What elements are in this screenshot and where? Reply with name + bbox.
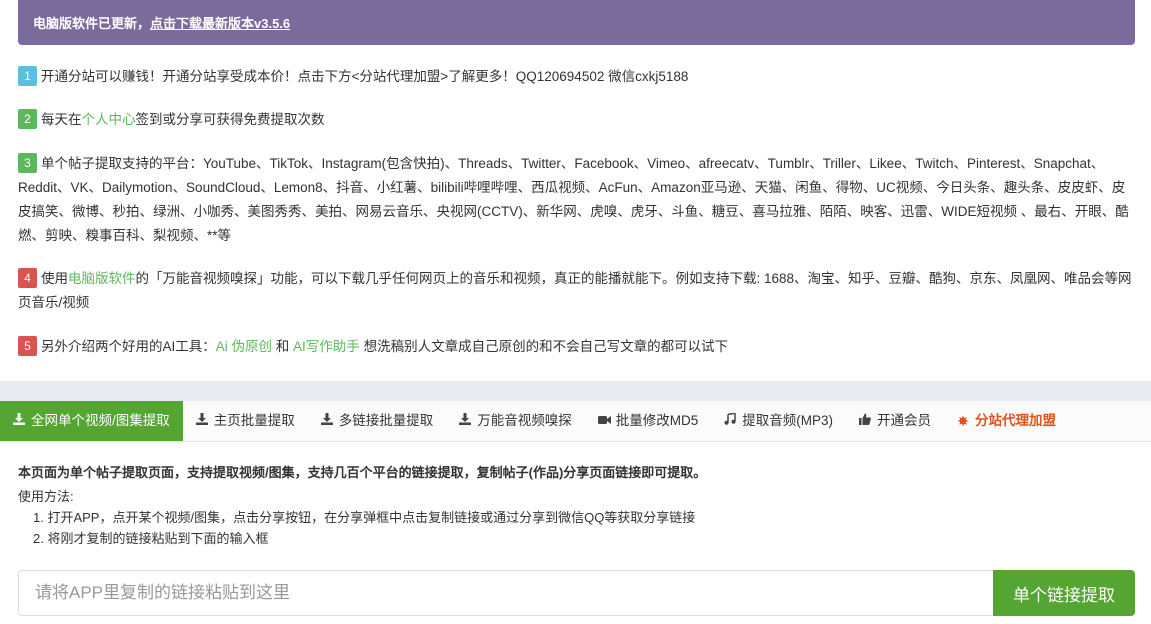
- list-item: 1. 打开APP，点开某个视频/图集，点击分享按钮，在分享弹框中点击复制链接或通…: [33, 510, 696, 525]
- notice-text: 签到或分享可获得免费提取次数: [135, 112, 325, 127]
- tab-single-extract[interactable]: 全网单个视频/图集提取: [0, 401, 183, 441]
- music-note-icon: [724, 401, 737, 441]
- ai-writing-assistant-link[interactable]: AI写作助手: [293, 339, 360, 354]
- notice-text: 开通分站可以赚钱！开通分站享受成本价！点击下方<分站代理加盟>了解更多！QQ12…: [41, 69, 689, 84]
- download-icon: [459, 401, 472, 441]
- tab-universal-sniffer[interactable]: 万能音视频嗅探: [446, 401, 585, 441]
- notice-3: 3 单个帖子提取支持的平台：YouTube、TikTok、Instagram(包含…: [18, 152, 1135, 248]
- notice-text: 每天在: [41, 112, 82, 127]
- tab-homepage-batch[interactable]: 主页批量提取: [183, 401, 308, 441]
- usage-label: 使用方法:: [18, 489, 74, 504]
- banner-text: 电脑版软件已更新，: [33, 16, 151, 31]
- tab-label: 全网单个视频/图集提取: [31, 413, 170, 428]
- notice-number-badge: 2: [18, 109, 37, 130]
- download-icon: [13, 401, 25, 441]
- tab-label: 开通会员: [877, 413, 932, 428]
- section-divider: [0, 381, 1151, 401]
- download-icon: [195, 401, 208, 441]
- notice-number-badge: 1: [18, 66, 37, 87]
- banner-download-link[interactable]: 点击下载最新版本v3.5.6: [150, 16, 290, 31]
- tab-batch-md5[interactable]: 批量修改MD5: [585, 401, 712, 441]
- tab-label: 主页批量提取: [213, 413, 295, 428]
- tab-label: 多链接批量提取: [338, 413, 434, 428]
- update-banner: 电脑版软件已更新，点击下载最新版本v3.5.6: [18, 0, 1135, 45]
- tab-label: 批量修改MD5: [615, 413, 699, 428]
- notice-number-badge: 5: [18, 336, 37, 357]
- notice-text: 和: [272, 339, 294, 354]
- tab-label: 分站代理加盟: [975, 413, 1057, 428]
- tab-open-membership[interactable]: 开通会员: [846, 401, 944, 441]
- video-camera-icon: [597, 401, 611, 441]
- notice-text: 的「万能音视频嗅探」功能，可以下载几乎任何网页上的音乐和视频，真正的能播就能下。…: [18, 271, 1132, 310]
- notice-text: 使用: [41, 271, 68, 286]
- personal-center-link[interactable]: 个人中心: [82, 112, 136, 127]
- link-input-group: 单个链接提取: [18, 570, 1135, 616]
- notice-text: 另外介绍两个好用的AI工具：: [41, 339, 216, 354]
- ai-rewrite-link[interactable]: Ai 伪原创: [216, 339, 272, 354]
- notice-text: 想洗稿别人文章成自己原创的和不会自己写文章的都可以试下: [359, 339, 729, 354]
- notice-2: 2 每天在个人中心签到或分享可获得免费提取次数: [18, 108, 1135, 132]
- tool-tabs: 全网单个视频/图集提取 主页批量提取 多链接批量提取 万能音视频嗅探 批量修改M…: [0, 401, 1151, 442]
- notice-number-badge: 4: [18, 268, 37, 289]
- tab-multi-link-batch[interactable]: 多链接批量提取: [308, 401, 447, 441]
- notice-number-badge: 3: [18, 153, 37, 174]
- tab-agent-franchise[interactable]: ✸ 分站代理加盟: [944, 401, 1069, 441]
- notice-5: 5 另外介绍两个好用的AI工具：Ai 伪原创 和 AI写作助手 想洗稿别人文章成自…: [18, 335, 1135, 359]
- star-icon: ✸: [957, 413, 969, 429]
- link-input[interactable]: [18, 570, 993, 616]
- download-icon: [320, 401, 333, 441]
- list-item: 2. 将刚才复制的链接粘贴到下面的输入框: [33, 531, 269, 546]
- usage-info: 本页面为单个帖子提取页面，支持提取视频/图集，支持几百个平台的链接提取，复制帖子…: [18, 462, 1135, 549]
- notice-text: 单个帖子提取支持的平台：YouTube、TikTok、Instagram(包含快…: [18, 156, 1129, 243]
- desktop-software-link[interactable]: 电脑版软件: [68, 271, 136, 286]
- notice-1: 1 开通分站可以赚钱！开通分站享受成本价！点击下方<分站代理加盟>了解更多！QQ1…: [18, 65, 1135, 89]
- tab-extract-audio[interactable]: 提取音频(MP3): [711, 401, 846, 441]
- page-description: 本页面为单个帖子提取页面，支持提取视频/图集，支持几百个平台的链接提取，复制帖子…: [18, 465, 707, 480]
- usage-steps: 1. 打开APP，点开某个视频/图集，点击分享按钮，在分享弹框中点击复制链接或通…: [18, 507, 1135, 549]
- thumbs-up-icon: [859, 401, 871, 441]
- tab-label: 万能音视频嗅探: [477, 413, 572, 428]
- notice-4: 4 使用电脑版软件的「万能音视频嗅探」功能，可以下载几乎任何网页上的音乐和视频，真…: [18, 267, 1135, 315]
- tab-label: 提取音频(MP3): [742, 413, 834, 428]
- extract-button[interactable]: 单个链接提取: [993, 570, 1135, 616]
